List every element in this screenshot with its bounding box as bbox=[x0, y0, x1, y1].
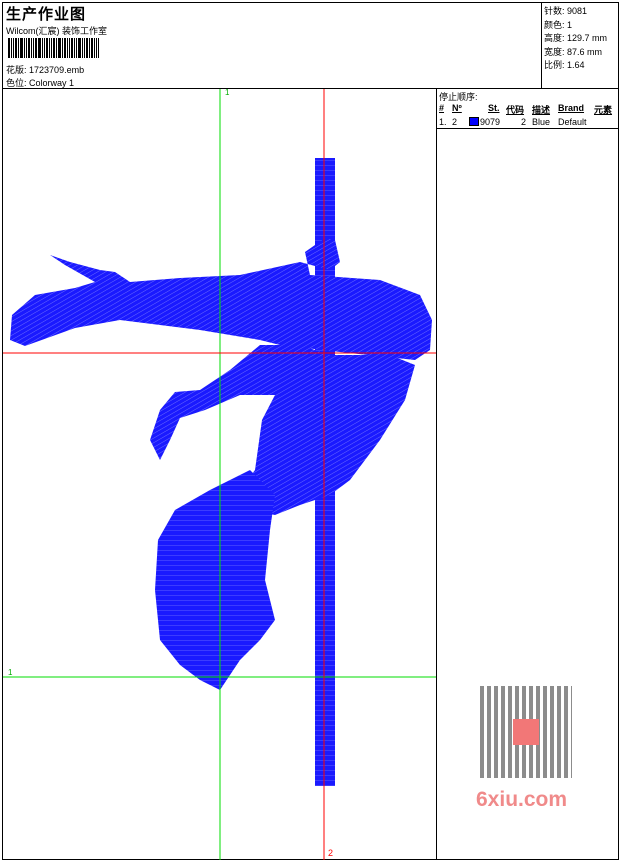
hair-shape bbox=[155, 470, 275, 690]
watermark: 6xiu.com bbox=[470, 680, 588, 815]
embroidery-design bbox=[10, 158, 432, 786]
watermark-text: 6xiu.com bbox=[476, 788, 568, 811]
torso-shape bbox=[150, 345, 415, 515]
guide-label-bottom: 2 bbox=[328, 848, 334, 858]
guide-label-top: 1 bbox=[225, 88, 230, 97]
seal-icon bbox=[513, 719, 539, 745]
guide-label-left: 1 bbox=[8, 668, 13, 677]
leg-upper-shape bbox=[10, 238, 432, 360]
